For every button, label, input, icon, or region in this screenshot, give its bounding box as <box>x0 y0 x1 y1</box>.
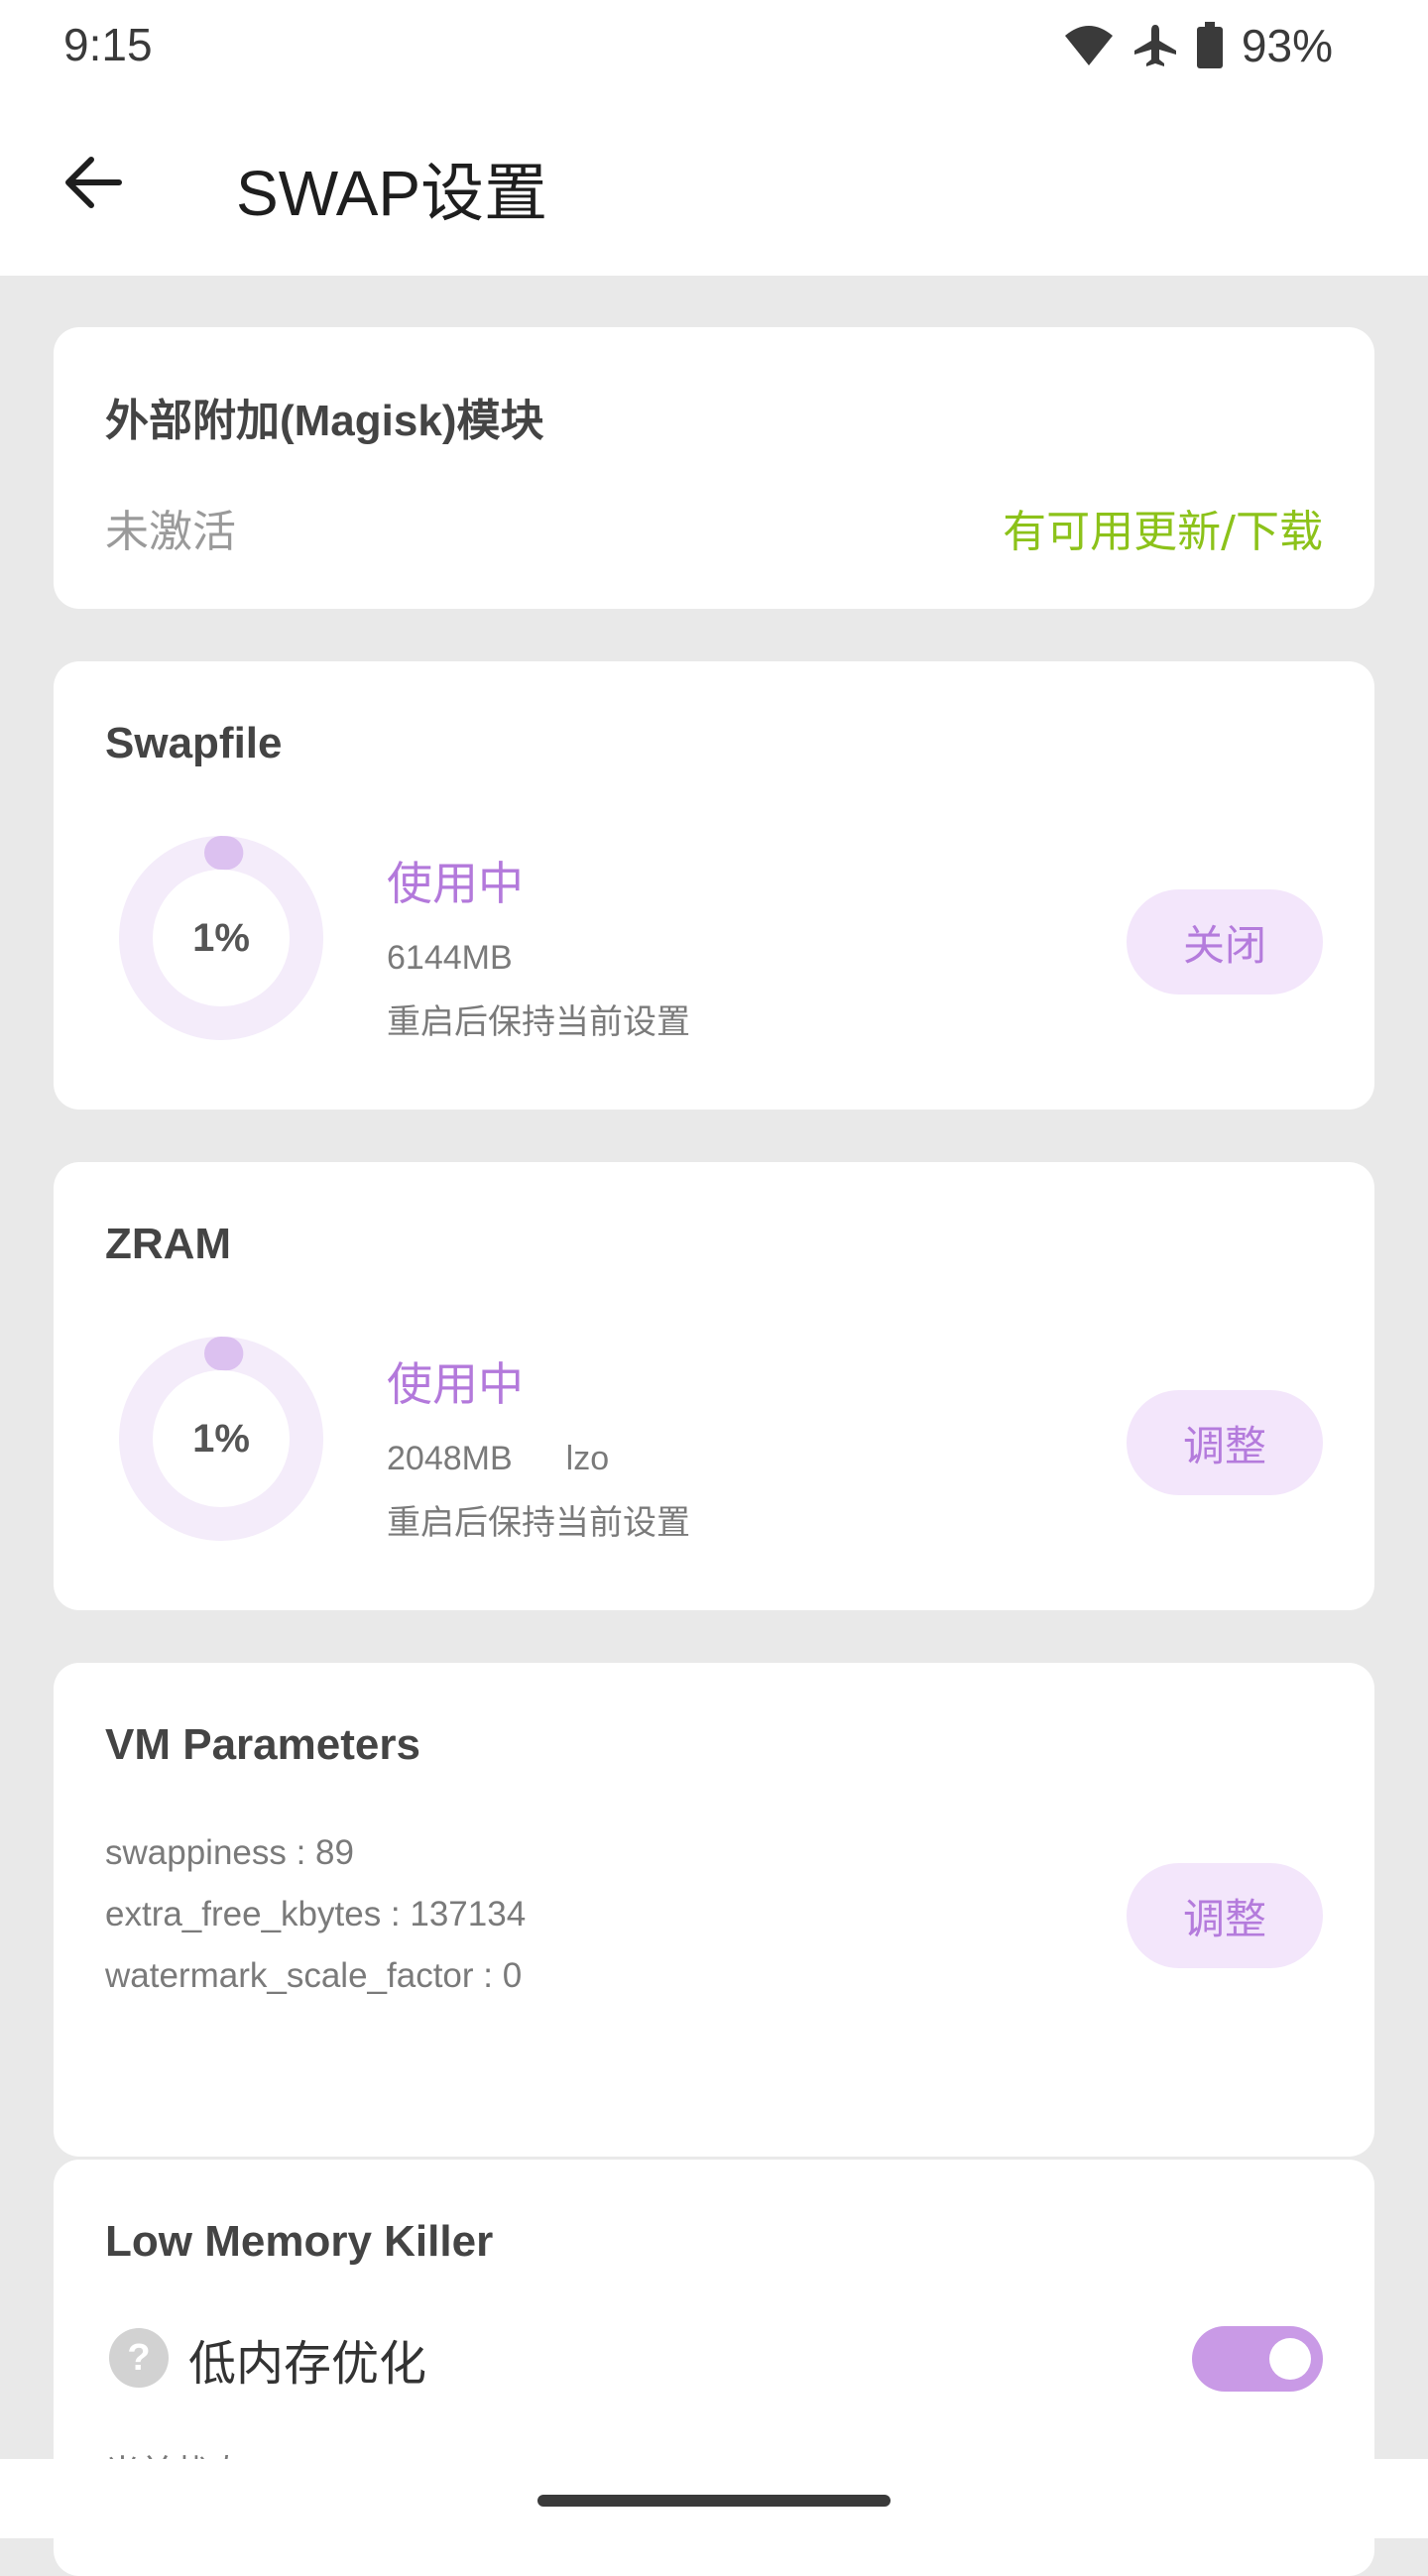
vm-card-title: VM Parameters <box>105 1720 420 1769</box>
low-memory-optimization-label: 低内存优化 <box>188 2336 427 2392</box>
zram-card: ZRAM 1% 使用中 2048MB lzo 重启后保持当前设置 调整 <box>54 1162 1374 1610</box>
status-icons: 93% <box>1063 18 1333 73</box>
back-button[interactable] <box>56 145 131 220</box>
zram-usage-label: 1% <box>192 1416 250 1461</box>
navigation-bar <box>0 2459 1428 2538</box>
vm-parameters-card: VM Parameters swappiness : 89 extra_free… <box>54 1663 1374 2157</box>
vm-watermark-scale-factor: watermark_scale_factor : 0 <box>105 1956 523 1995</box>
battery-percent: 93% <box>1241 20 1333 71</box>
magisk-card-title: 外部附加(Magisk)模块 <box>105 397 544 445</box>
swapfile-size: 6144MB <box>387 939 513 977</box>
toggle-knob <box>1269 2338 1311 2380</box>
wifi-icon <box>1063 24 1115 67</box>
low-memory-optimization-toggle[interactable] <box>1192 2326 1323 2392</box>
zram-persist-note: 重启后保持当前设置 <box>387 1504 690 1542</box>
zram-usage-donut: 1% <box>117 1335 325 1543</box>
zram-adjust-button[interactable]: 调整 <box>1127 1390 1323 1495</box>
zram-algorithm: lzo <box>565 1440 610 1477</box>
vm-swappiness: swappiness : 89 <box>105 1833 354 1872</box>
arrow-left-icon <box>65 157 122 208</box>
zram-size: 2048MB <box>387 1440 513 1477</box>
update-download-link[interactable]: 有可用更新/下载 <box>1003 496 1323 559</box>
help-icon[interactable]: ? <box>109 2328 169 2388</box>
page-title: SWAP设置 <box>236 158 548 229</box>
swapfile-persist-note: 重启后保持当前设置 <box>387 1003 690 1041</box>
home-indicator[interactable] <box>537 2495 891 2507</box>
magisk-module-card: 外部附加(Magisk)模块 未激活 有可用更新/下载 <box>54 327 1374 609</box>
module-status: 未激活 <box>105 507 236 557</box>
zram-state: 使用中 <box>387 1357 524 1411</box>
airplane-icon <box>1132 23 1178 68</box>
app-bar: SWAP设置 <box>0 91 1428 276</box>
swapfile-state: 使用中 <box>387 857 524 910</box>
status-time: 9:15 <box>63 19 153 70</box>
battery-icon <box>1196 22 1224 69</box>
lmk-card-title: Low Memory Killer <box>105 2217 494 2266</box>
zram-card-title: ZRAM <box>105 1220 232 1268</box>
zram-size-line: 2048MB lzo <box>387 1440 609 1478</box>
swapfile-card-title: Swapfile <box>105 719 283 767</box>
status-bar: 9:15 93% <box>0 0 1428 91</box>
swapfile-card: Swapfile 1% 使用中 6144MB 重启后保持当前设置 关闭 <box>54 661 1374 1110</box>
vm-adjust-button[interactable]: 调整 <box>1127 1863 1323 1968</box>
swapfile-close-button[interactable]: 关闭 <box>1127 889 1323 995</box>
vm-extra-free-kbytes: extra_free_kbytes : 137134 <box>105 1895 527 1933</box>
swapfile-usage-label: 1% <box>192 915 250 960</box>
swapfile-usage-donut: 1% <box>117 834 325 1042</box>
